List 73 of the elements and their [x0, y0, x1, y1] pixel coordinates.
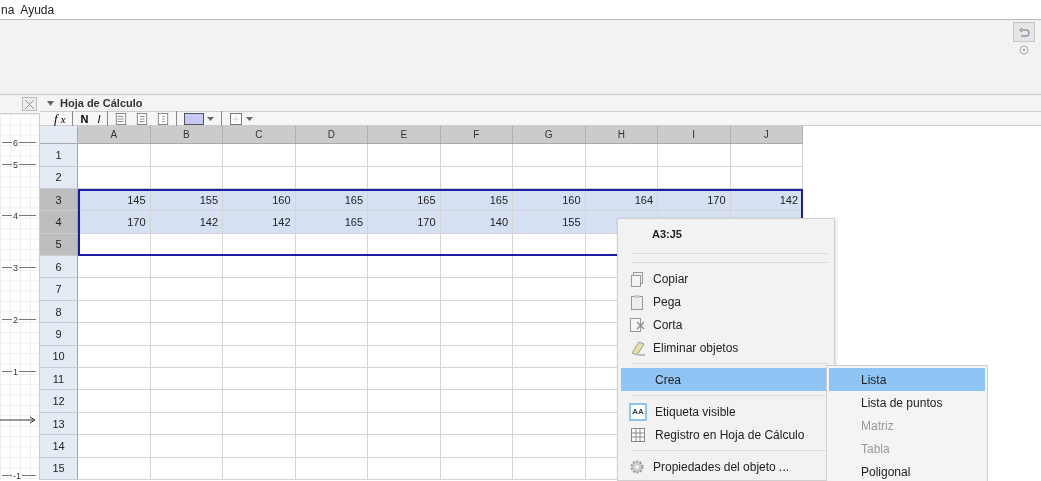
column-header[interactable]: B — [150, 126, 223, 145]
x-axis-arrow — [0, 416, 36, 424]
undo-icon — [1018, 26, 1030, 38]
axis-label: 5 — [12, 160, 19, 170]
row-header[interactable]: 11 — [40, 368, 78, 391]
undo-button[interactable] — [1013, 22, 1035, 42]
table-cell: 155 — [513, 211, 586, 234]
column-header[interactable]: A — [78, 126, 151, 145]
column-header[interactable]: H — [585, 126, 658, 145]
row-header[interactable]: 3 — [40, 188, 78, 212]
column-header[interactable]: D — [295, 126, 368, 145]
submenu-item[interactable]: Poligonal — [829, 460, 985, 481]
gear-icon — [629, 458, 645, 475]
submenu-item[interactable]: Lista de puntos — [829, 391, 985, 414]
row-header[interactable]: 10 — [40, 345, 78, 369]
submenu-item[interactable]: Lista — [829, 368, 985, 391]
label-icon: AA — [629, 402, 647, 421]
row-header[interactable]: 4 — [40, 211, 78, 234]
table-cell: 140 — [440, 211, 513, 234]
triangle-icon[interactable] — [46, 98, 55, 108]
menu-item[interactable]: AA Etiqueta visible — [621, 400, 831, 423]
row-header[interactable]: 15 — [40, 457, 78, 480]
table-cell: 142 — [150, 211, 223, 234]
menu-item[interactable]: Eliminar objetos — [621, 336, 831, 359]
row-header[interactable]: 14 — [40, 435, 78, 458]
border-button[interactable] — [227, 112, 256, 126]
menu-item[interactable]: na — [1, 1, 15, 18]
column-header[interactable]: G — [513, 126, 586, 145]
axis-label: 2 — [12, 315, 19, 325]
menu-item[interactable]: Propiedades del objeto ... — [621, 455, 831, 478]
help-icon[interactable] — [1019, 45, 1029, 55]
row-header[interactable]: 5 — [40, 233, 78, 257]
row-header[interactable]: 7 — [40, 278, 78, 301]
axis-label: 1 — [12, 367, 19, 377]
menu-item[interactable]: Ayuda — [20, 1, 55, 18]
table-cell: 170 — [78, 211, 151, 234]
table-cell: 170 — [368, 211, 441, 234]
row-header[interactable]: 8 — [40, 300, 78, 324]
color-swatch-icon — [184, 112, 205, 125]
caret-icon — [207, 116, 215, 121]
bold-button[interactable]: N — [78, 112, 91, 126]
table-cell: 165 — [295, 211, 368, 234]
close-icon — [24, 98, 35, 110]
italic-button[interactable]: I — [95, 112, 103, 126]
column-header[interactable]: C — [223, 126, 296, 145]
axis-label: 6 — [12, 138, 19, 148]
column-header[interactable]: I — [658, 126, 731, 145]
axis-label: -1 — [12, 471, 22, 480]
cut-icon — [629, 316, 645, 333]
eraser-icon — [629, 339, 645, 356]
clipboard-icon — [629, 293, 645, 310]
row-header[interactable]: 1 — [40, 144, 78, 167]
panel-title: Hoja de Cálculo — [60, 97, 143, 110]
row-header[interactable]: 9 — [40, 323, 78, 346]
caret-icon — [246, 116, 254, 121]
row-header[interactable]: 12 — [40, 390, 78, 413]
column-header[interactable]: J — [730, 126, 803, 145]
menu-item[interactable]: Corta — [621, 313, 831, 336]
axis-label: 4 — [12, 211, 19, 221]
copy-icon — [629, 270, 645, 287]
row-header[interactable]: 2 — [40, 166, 78, 189]
menu-title: A3:J5 — [652, 228, 682, 240]
menu-item[interactable]: Copiar — [621, 267, 831, 290]
axis-label: 3 — [12, 263, 19, 273]
row-header[interactable]: 6 — [40, 256, 78, 279]
menu-item[interactable]: Pega — [621, 290, 831, 313]
column-header[interactable]: F — [440, 126, 513, 145]
table-cell: 142 — [223, 211, 296, 234]
corner-cell[interactable] — [40, 126, 78, 145]
row-header[interactable]: 13 — [40, 412, 78, 436]
column-header[interactable]: E — [368, 126, 441, 145]
menu-item[interactable]: Registro en Hoja de Cálculo — [621, 423, 831, 446]
close-button[interactable] — [22, 97, 37, 111]
